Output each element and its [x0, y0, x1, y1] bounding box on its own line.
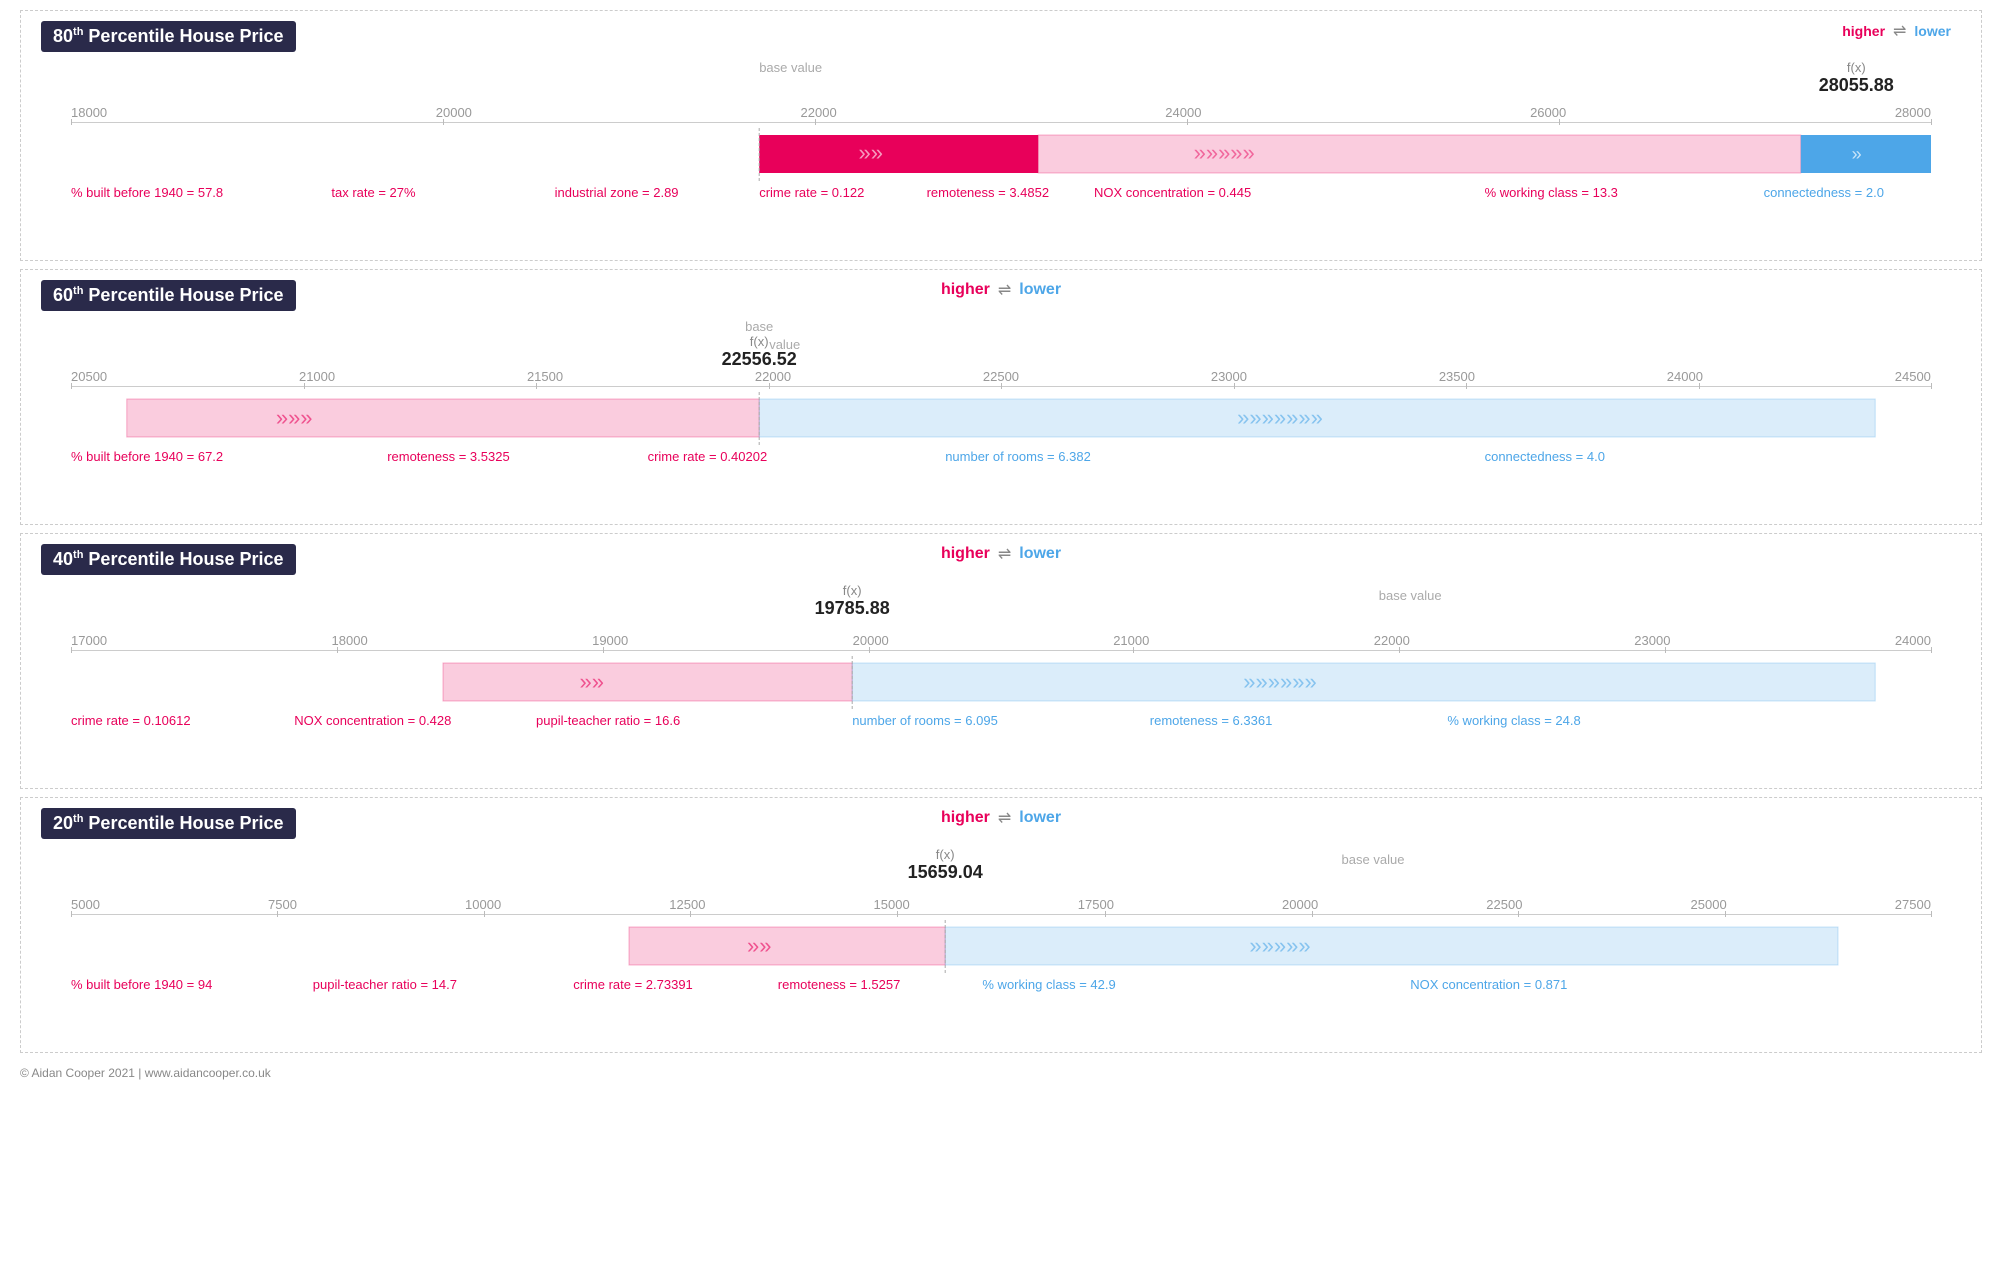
svg-text:»»: »» — [859, 140, 883, 165]
legend-lower-60: lower — [1019, 281, 1061, 299]
feature-label-40-blue-1: number of rooms = 6.095 — [852, 713, 998, 728]
fx-value-20: 15659.04 — [908, 862, 983, 883]
main-container: 80th Percentile House Price higher ⇌ low… — [0, 0, 2002, 1095]
feature-label-20-blue-1: % working class = 42.9 — [982, 977, 1115, 992]
fx-label-80: f(x) — [1819, 60, 1894, 75]
legend-lower-40: lower — [1019, 545, 1061, 563]
feature-label-60-blue-2: connectedness = 4.0 — [1485, 449, 1605, 464]
fx-label-40: f(x) — [815, 583, 890, 598]
base-label-60b: value — [769, 337, 800, 352]
legend-arrows: ⇌ — [1893, 21, 1906, 41]
svg-text:»»: »» — [747, 933, 771, 958]
feature-label-40-3: pupil-teacher ratio = 16.6 — [536, 713, 680, 728]
fx-value-40: 19785.88 — [815, 598, 890, 619]
feature-label-40-blue-3: % working class = 24.8 — [1447, 713, 1580, 728]
svg-text:»»»»»: »»»»» — [1249, 933, 1310, 958]
legend-lower: lower — [1914, 23, 1951, 39]
section-20th: 20th Percentile House Price higher ⇌ low… — [20, 797, 1982, 1053]
base-label-40: base value — [1379, 588, 1442, 603]
feature-label-20-2: pupil-teacher ratio = 14.7 — [313, 977, 457, 992]
axis-ticks-80: 18000 20000 22000 24000 26000 28000 — [71, 105, 1931, 122]
section-title-60: 60th Percentile House Price — [41, 280, 296, 311]
feature-label-80-5: remoteness = 3.4852 — [927, 185, 1050, 200]
feature-label-80-2: tax rate = 27% — [331, 185, 415, 200]
axis-ticks-40: 17000 18000 19000 20000 21000 22000 2300… — [71, 633, 1931, 650]
feature-label-40-2: NOX concentration = 0.428 — [294, 713, 451, 728]
feature-label-20-blue-2: NOX concentration = 0.871 — [1410, 977, 1567, 992]
feature-label-80-3: industrial zone = 2.89 — [555, 185, 679, 200]
feature-label-20-1: % built before 1940 = 94 — [71, 977, 212, 992]
feature-label-80-7: % working class = 13.3 — [1485, 185, 1618, 200]
feature-label-20-3: crime rate = 2.73391 — [573, 977, 693, 992]
svg-text:»»»»»»: »»»»»» — [1243, 669, 1316, 694]
legend-higher-40: higher — [941, 545, 990, 563]
axis-ticks-20: 5000 7500 10000 12500 15000 17500 20000 … — [71, 897, 1931, 914]
feature-label-20-4: remoteness = 1.5257 — [778, 977, 901, 992]
svg-text:»»»»»»»: »»»»»»» — [1237, 405, 1323, 430]
fx-value-60: 22556.52 — [722, 349, 797, 370]
feature-label-80-blue-1: connectedness = 2.0 — [1764, 185, 1884, 200]
legend-higher: higher — [1842, 23, 1885, 39]
legend-80: higher ⇌ lower — [1842, 21, 1951, 41]
svg-text:»: » — [1852, 144, 1862, 164]
section-40th: 40th Percentile House Price higher ⇌ low… — [20, 533, 1982, 789]
feature-label-60-1: % built before 1940 = 67.2 — [71, 449, 223, 464]
legend-higher-60: higher — [941, 281, 990, 299]
feature-label-80-4: crime rate = 0.122 — [759, 185, 864, 200]
section-60th: 60th Percentile House Price higher ⇌ low… — [20, 269, 1982, 525]
base-label-60a: base — [722, 319, 797, 334]
feature-label-60-3: crime rate = 0.40202 — [648, 449, 768, 464]
section-80th: 80th Percentile House Price higher ⇌ low… — [20, 10, 1982, 261]
legend-lower-20: lower — [1019, 809, 1061, 827]
section-title-20: 20th Percentile House Price — [41, 808, 296, 839]
copyright: © Aidan Cooper 2021 | www.aidancooper.co… — [20, 1061, 1982, 1085]
base-label-80: base value — [759, 60, 822, 75]
feature-label-80-6: NOX concentration = 0.445 — [1094, 185, 1251, 200]
feature-label-60-blue-1: number of rooms = 6.382 — [945, 449, 1091, 464]
svg-text:»»: »» — [580, 669, 604, 694]
legend-arrows-40: ⇌ — [998, 544, 1011, 564]
feature-label-40-1: crime rate = 0.10612 — [71, 713, 191, 728]
svg-text:»»»»»: »»»»» — [1194, 140, 1255, 165]
fx-label-20: f(x) — [908, 847, 983, 862]
legend-higher-20: higher — [941, 809, 990, 827]
section-title-40: 40th Percentile House Price — [41, 544, 296, 575]
feature-label-40-blue-2: remoteness = 6.3361 — [1150, 713, 1273, 728]
svg-text:»»»: »»» — [276, 405, 313, 430]
feature-label-60-2: remoteness = 3.5325 — [387, 449, 510, 464]
legend-arrows-60: ⇌ — [998, 280, 1011, 300]
feature-label-80-1: % built before 1940 = 57.8 — [71, 185, 223, 200]
section-title-80: 80th Percentile House Price — [41, 21, 296, 52]
legend-arrows-20: ⇌ — [998, 808, 1011, 828]
base-label-20: base value — [1342, 852, 1405, 867]
fx-value-80: 28055.88 — [1819, 75, 1894, 96]
